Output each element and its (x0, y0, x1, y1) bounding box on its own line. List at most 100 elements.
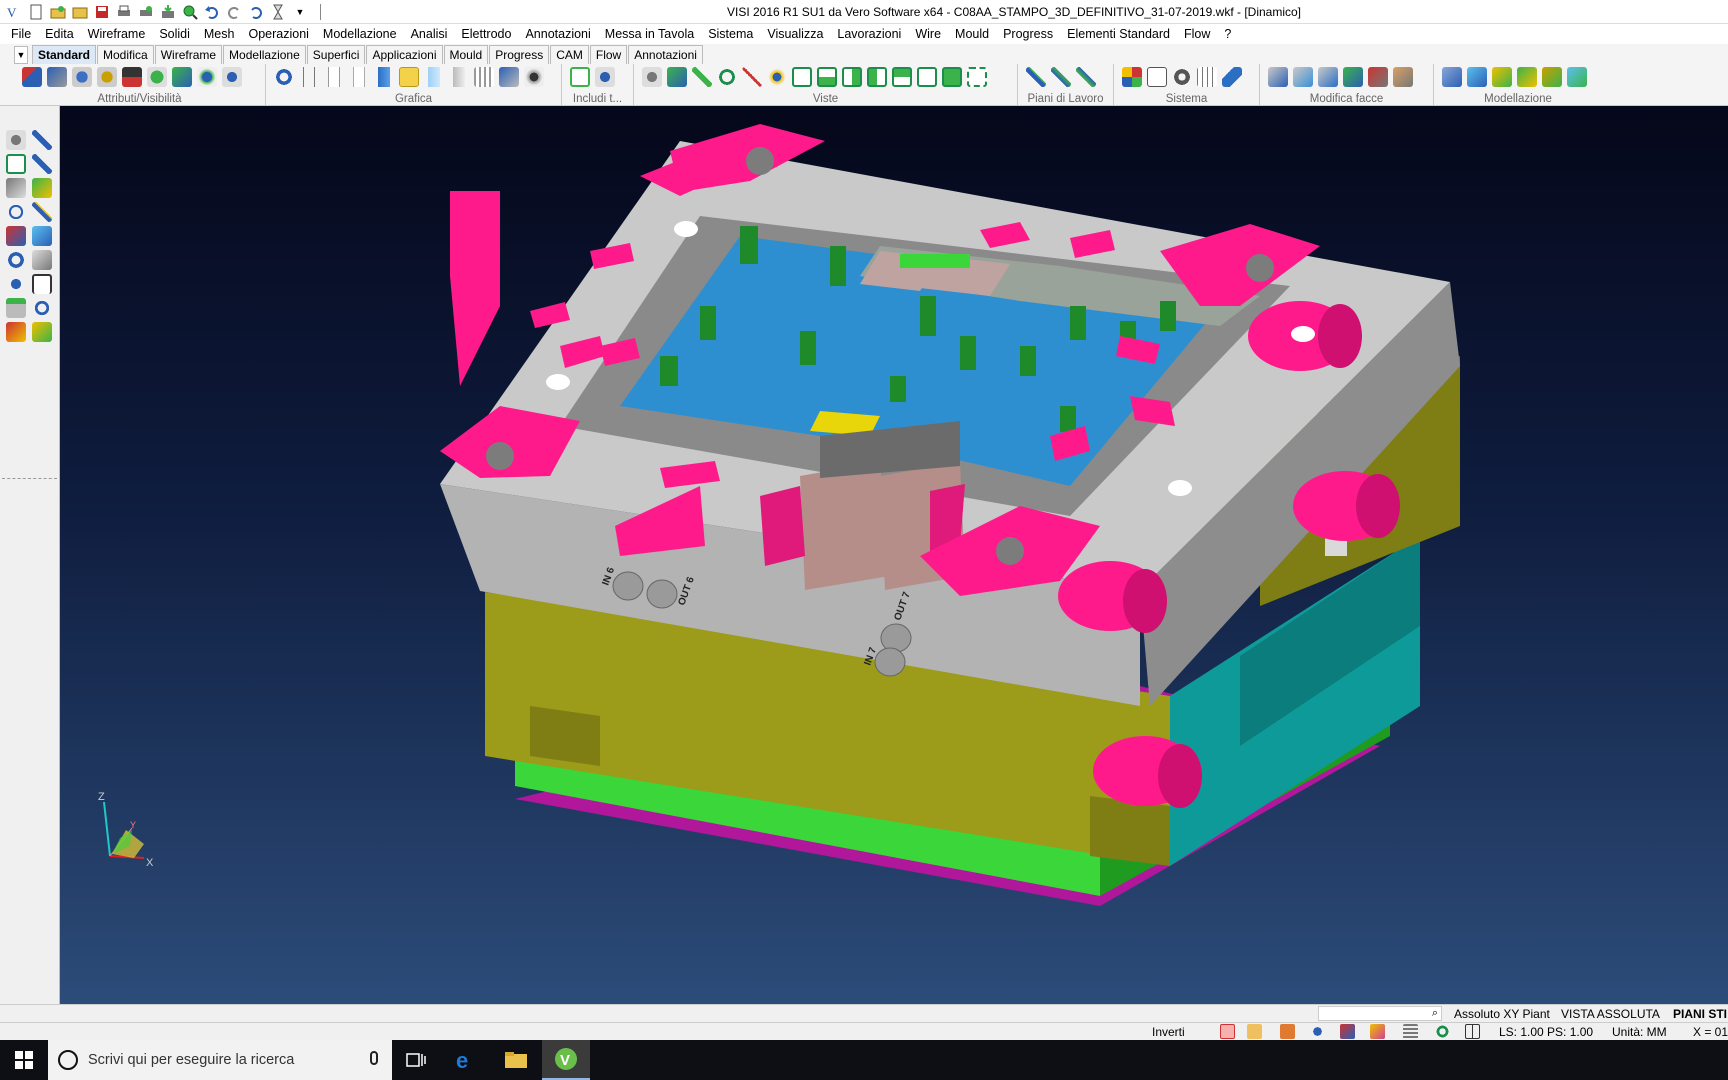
undo-icon[interactable] (202, 3, 222, 21)
tools-icon[interactable] (6, 322, 26, 342)
view-cube-4-icon[interactable] (867, 67, 887, 87)
settings-sheet-icon[interactable] (1147, 67, 1167, 87)
status-layers-icon[interactable] (1403, 1024, 1418, 1039)
surface-icon[interactable] (32, 226, 52, 246)
status-search-input[interactable]: ⌕ (1318, 1006, 1442, 1021)
tab-flow[interactable]: Flow (589, 45, 628, 64)
select-cross-icon[interactable] (32, 130, 52, 150)
tab-mould[interactable]: Mould (443, 45, 489, 64)
show-icon[interactable] (97, 67, 117, 87)
status-invert[interactable]: Inverti (1152, 1025, 1185, 1039)
file-explorer-button[interactable] (492, 1040, 540, 1080)
refresh-icon[interactable] (274, 67, 294, 87)
open-file-icon[interactable] (48, 3, 68, 21)
status-absolute[interactable]: Assoluto XY Piant (1454, 1007, 1550, 1021)
face-offset-icon[interactable] (1268, 67, 1288, 87)
app-logo-icon[interactable]: V (4, 3, 24, 21)
menu-file[interactable]: File (4, 27, 38, 41)
silhouette-cylinder-icon[interactable] (449, 67, 469, 87)
transparent-cylinder-icon[interactable] (424, 67, 444, 87)
menu-edita[interactable]: Edita (38, 27, 81, 41)
hide-icon[interactable] (72, 67, 92, 87)
check-icon[interactable] (32, 178, 52, 198)
chevron-down-icon[interactable]: ▼ (290, 3, 310, 21)
status-view[interactable]: VISTA ASSOLUTA (1561, 1007, 1660, 1021)
help-query-icon[interactable] (6, 274, 26, 294)
ribbon-dropdown-icon[interactable]: ▼ (14, 46, 28, 64)
status-help-icon[interactable] (1310, 1024, 1325, 1039)
dynamic-view-icon[interactable] (767, 67, 787, 87)
menu-analisi[interactable]: Analisi (404, 27, 455, 41)
export-icon[interactable] (158, 3, 178, 21)
diamond-icon[interactable] (1222, 67, 1242, 87)
pan-icon[interactable] (692, 67, 712, 87)
eye-icon[interactable] (222, 67, 242, 87)
view-cube-6-icon[interactable] (917, 67, 937, 87)
3d-viewport[interactable]: IN 6 OUT 6 OUT 7 IN 7 Z X Y (60, 106, 1728, 1004)
workplane-3-icon[interactable] (1076, 67, 1096, 87)
view-cube-2-icon[interactable] (817, 67, 837, 87)
menu-modellazione[interactable]: Modellazione (316, 27, 404, 41)
menu-visualizza[interactable]: Visualizza (760, 27, 830, 41)
edit-curve-icon[interactable] (32, 202, 52, 222)
hidden-lines-icon[interactable] (324, 67, 344, 87)
tab-progress[interactable]: Progress (489, 45, 550, 64)
swap-visibility-icon[interactable] (172, 67, 192, 87)
view-cube-solid-icon[interactable] (942, 67, 962, 87)
zoom-window-icon[interactable] (642, 67, 662, 87)
face-replace-icon[interactable] (1393, 67, 1413, 87)
axis-view-icon[interactable] (742, 67, 762, 87)
tab-cam[interactable]: CAM (550, 45, 589, 64)
status-grid-icon[interactable] (1465, 1024, 1480, 1039)
model-revolve-icon[interactable] (1467, 67, 1487, 87)
face-delete-icon[interactable] (1368, 67, 1388, 87)
view-fit-icon[interactable] (967, 67, 987, 87)
solid-cube-icon[interactable] (32, 250, 52, 270)
tab-standard[interactable]: Standard (32, 45, 97, 64)
menu-lavorazioni[interactable]: Lavorazioni (830, 27, 908, 41)
rotate-icon[interactable] (717, 67, 737, 87)
dashed-cylinder-icon[interactable] (349, 67, 369, 87)
grid-icon[interactable] (1197, 67, 1217, 87)
menu-help[interactable]: ? (1217, 27, 1238, 41)
menu-elementi-standard[interactable]: Elementi Standard (1060, 27, 1177, 41)
tab-superfici[interactable]: Superfici (306, 45, 366, 64)
edge-browser-button[interactable]: e (442, 1040, 490, 1080)
eye-add-icon[interactable] (197, 67, 217, 87)
task-view-button[interactable] (392, 1040, 440, 1080)
box-select-icon[interactable] (6, 154, 26, 174)
face-draft-icon[interactable] (1343, 67, 1363, 87)
solid-edit-icon[interactable] (6, 226, 26, 246)
cycle-icon[interactable] (6, 250, 26, 270)
menu-mesh[interactable]: Mesh (197, 27, 242, 41)
model-shell-icon[interactable] (1542, 67, 1562, 87)
gear-icon[interactable] (1172, 67, 1192, 87)
new-file-icon[interactable] (26, 3, 46, 21)
start-button[interactable] (0, 1040, 48, 1080)
open-recent-icon[interactable] (70, 3, 90, 21)
render-icon[interactable] (499, 67, 519, 87)
menu-progress[interactable]: Progress (996, 27, 1060, 41)
menu-flow[interactable]: Flow (1177, 27, 1217, 41)
tab-annotazioni[interactable]: Annotazioni (628, 45, 703, 64)
attributes-icon[interactable] (22, 67, 42, 87)
tab-applicazioni[interactable]: Applicazioni (366, 45, 443, 64)
print-icon[interactable] (114, 3, 134, 21)
status-house-icon[interactable] (1280, 1024, 1295, 1039)
include-zoom-icon[interactable] (595, 67, 615, 87)
face-extend-icon[interactable] (1318, 67, 1338, 87)
wireframe-cylinder-icon[interactable] (299, 67, 319, 87)
visibility-toggle-icon[interactable] (122, 67, 142, 87)
shaded-cylinder-icon[interactable] (374, 67, 394, 87)
visi-app-button[interactable]: V (542, 1040, 590, 1080)
save-icon[interactable] (92, 3, 112, 21)
tab-wireframe[interactable]: Wireframe (154, 45, 223, 64)
status-rotate-icon[interactable] (1435, 1024, 1450, 1039)
menu-solidi[interactable]: Solidi (152, 27, 197, 41)
tab-modifica[interactable]: Modifica (97, 45, 154, 64)
pencil-select-icon[interactable] (32, 154, 52, 174)
include-box-icon[interactable] (570, 67, 590, 87)
menu-operazioni[interactable]: Operazioni (241, 27, 315, 41)
undo-op-icon[interactable] (32, 298, 52, 318)
menu-mould[interactable]: Mould (948, 27, 996, 41)
